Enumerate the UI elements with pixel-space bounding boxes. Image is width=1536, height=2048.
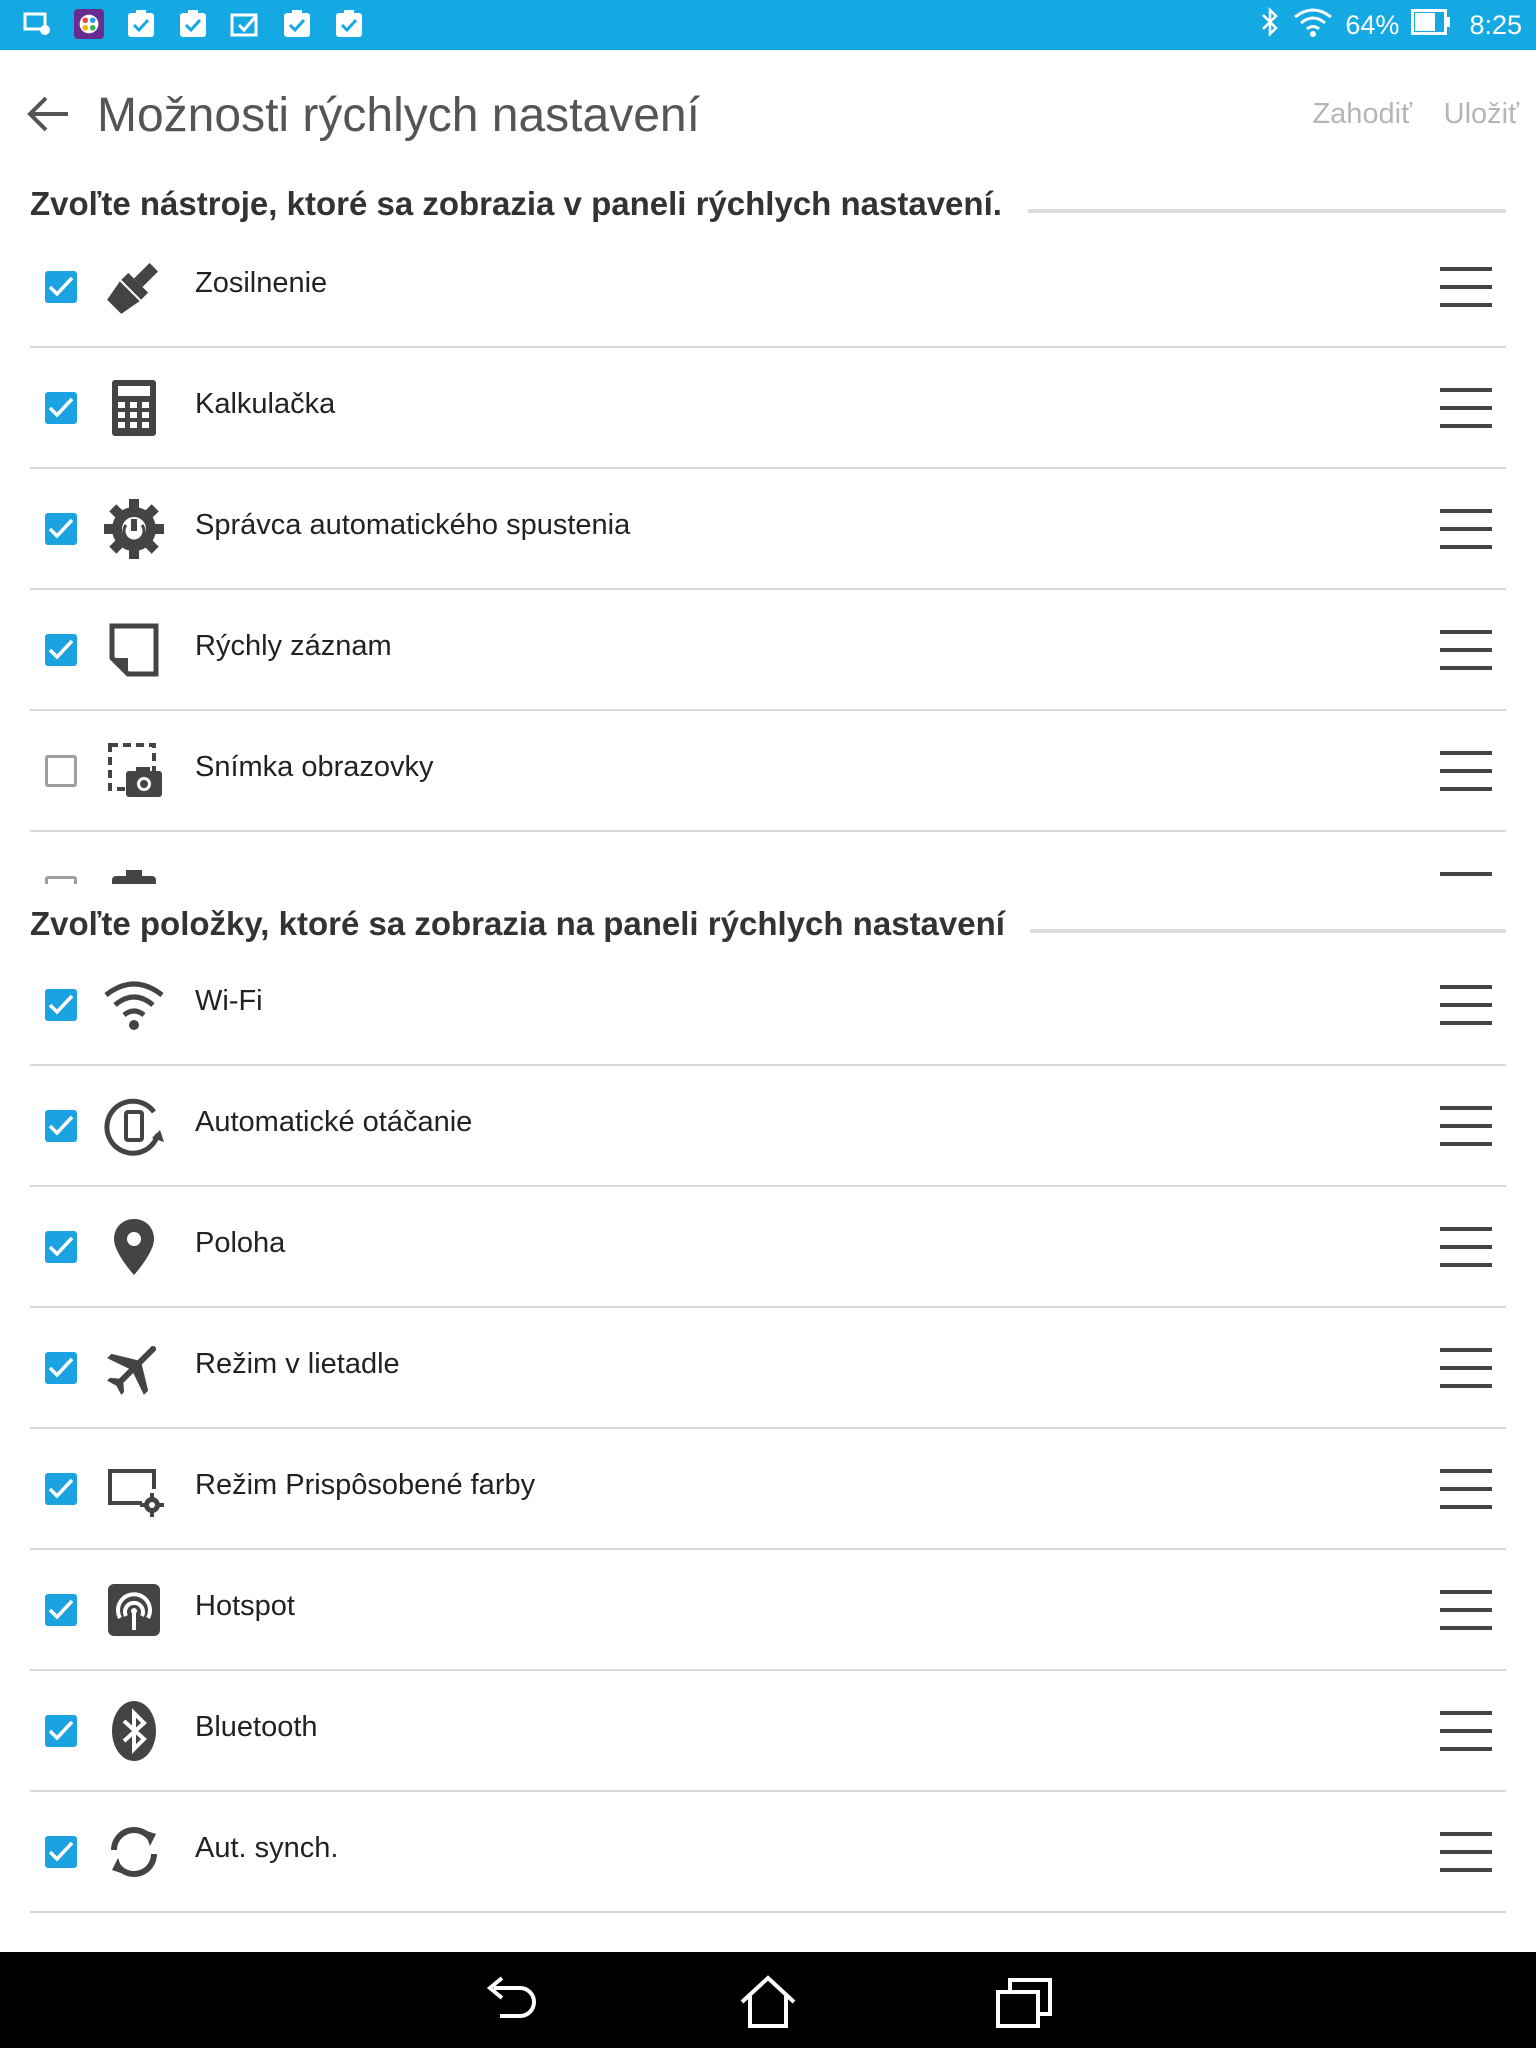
drag-handle-icon[interactable] (1440, 1106, 1492, 1146)
drag-handle-icon[interactable] (1440, 751, 1492, 791)
drag-handle-icon[interactable] (1440, 630, 1492, 670)
recent-apps-icon[interactable] (994, 1974, 1054, 2030)
back-icon[interactable] (482, 1974, 542, 2030)
tools-list[interactable]: Zosilnenie Kalkulačka Správca automatick… (30, 227, 1506, 884)
photo-check-icon (230, 9, 260, 39)
item-label: Snímka obrazovky (195, 751, 434, 783)
checkbox[interactable] (45, 876, 77, 884)
item-label: Správca automatického spustenia (195, 509, 631, 541)
app-bar: Možnosti rýchlych nastavení Zahodiť Ulož… (0, 50, 1536, 180)
item-label: Kalkulačka (195, 388, 336, 420)
battery-icon (1411, 8, 1451, 42)
save-button[interactable]: Uložiť (1444, 98, 1519, 131)
task-check-icon (282, 9, 312, 39)
task-check-icon (178, 9, 208, 39)
checkbox[interactable] (45, 1836, 77, 1868)
checkbox[interactable] (45, 1594, 77, 1626)
quick-memo-icon (102, 618, 166, 682)
section-divider (1028, 209, 1506, 213)
checkbox[interactable] (45, 1110, 77, 1142)
drag-handle-icon[interactable] (1440, 1711, 1492, 1751)
drag-handle-icon[interactable] (1440, 388, 1492, 428)
item-label: Wi-Fi (195, 985, 263, 1017)
navigation-bar (0, 1952, 1536, 2048)
drag-handle-icon[interactable] (1440, 1227, 1492, 1267)
checkbox[interactable] (45, 989, 77, 1021)
checkbox[interactable] (45, 634, 77, 666)
settings-section-title: Zvoľte položky, ktoré sa zobrazia na pan… (30, 905, 1005, 942)
list-item[interactable]: Zosilnenie (30, 227, 1506, 348)
drag-handle-icon[interactable] (1440, 1348, 1492, 1388)
battery-percent: 64% (1345, 9, 1400, 40)
checkbox[interactable] (45, 1231, 77, 1263)
item-label: Zosilnenie (195, 267, 328, 299)
item-label: Automatické otáčanie (195, 1106, 473, 1138)
notification-icons (22, 9, 364, 39)
item-label: Režim v lietadle (195, 1348, 400, 1380)
drag-handle-icon[interactable] (1440, 1832, 1492, 1872)
clock: 8:25 (1469, 9, 1522, 40)
wifi-icon (1293, 7, 1333, 44)
item-label: Rýchly záznam (195, 630, 392, 662)
wifi-icon (102, 973, 166, 1037)
drag-handle-icon[interactable] (1440, 985, 1492, 1025)
list-item[interactable]: Aut. synch. (30, 1792, 1506, 1913)
color-palette-app-icon (74, 9, 104, 39)
bluetooth-icon (102, 1699, 166, 1763)
status-bar: 64% 8:25 (0, 0, 1536, 50)
drag-handle-icon[interactable] (1440, 1590, 1492, 1630)
list-item[interactable]: Poloha (30, 1187, 1506, 1308)
task-check-icon (126, 9, 156, 39)
calculator-icon (102, 376, 166, 440)
list-item[interactable] (30, 832, 1506, 884)
display-color-gear-icon (102, 1457, 166, 1521)
list-item[interactable]: Snímka obrazovky (30, 711, 1506, 832)
home-icon[interactable] (738, 1974, 798, 2030)
item-label: Režim Prispôsobené farby (195, 1469, 536, 1501)
auto-rotate-icon (102, 1094, 166, 1158)
tools-section-title: Zvoľte nástroje, ktoré sa zobrazia v pan… (30, 185, 1002, 222)
drag-handle-icon[interactable] (1440, 1469, 1492, 1509)
bluetooth-icon (1259, 6, 1281, 45)
airplane-icon (102, 1336, 166, 1400)
checkbox[interactable] (45, 1715, 77, 1747)
item-label: Hotspot (195, 1590, 295, 1622)
list-item[interactable]: Rýchly záznam (30, 590, 1506, 711)
list-item[interactable]: Správca automatického spustenia (30, 469, 1506, 590)
list-item[interactable]: Režim Prispôsobené farby (30, 1429, 1506, 1550)
camera-icon (102, 860, 166, 884)
screen-record-icon (22, 9, 52, 39)
back-arrow-icon[interactable] (24, 88, 76, 140)
checkbox[interactable] (45, 271, 77, 303)
checkbox[interactable] (45, 392, 77, 424)
settings-list[interactable]: Wi-Fi Automatické otáčanie Poloha Režim … (30, 945, 1506, 1913)
checkbox[interactable] (45, 1473, 77, 1505)
page-title: Možnosti rýchlych nastavení (97, 89, 700, 142)
item-label: Bluetooth (195, 1711, 318, 1743)
list-item[interactable]: Automatické otáčanie (30, 1066, 1506, 1187)
drag-handle-icon[interactable] (1440, 267, 1492, 307)
checkbox[interactable] (45, 755, 77, 787)
screenshot-camera-icon (102, 739, 166, 803)
list-item[interactable]: Hotspot (30, 1550, 1506, 1671)
list-item[interactable]: Kalkulačka (30, 348, 1506, 469)
item-label: Aut. synch. (195, 1832, 339, 1864)
drag-handle-icon[interactable] (1440, 509, 1492, 549)
autostart-gear-icon (102, 497, 166, 561)
drag-handle-icon[interactable] (1440, 872, 1492, 884)
checkbox[interactable] (45, 1352, 77, 1384)
task-check-icon (334, 9, 364, 39)
section-divider (1030, 929, 1506, 933)
system-status: 64% 8:25 (1259, 0, 1522, 50)
list-item[interactable]: Wi-Fi (30, 945, 1506, 1066)
location-pin-icon (102, 1215, 166, 1279)
list-item[interactable]: Bluetooth (30, 1671, 1506, 1792)
checkbox[interactable] (45, 513, 77, 545)
item-label: Poloha (195, 1227, 286, 1259)
sync-icon (102, 1820, 166, 1884)
discard-button[interactable]: Zahodiť (1312, 98, 1412, 131)
boost-brush-icon (102, 255, 166, 319)
list-item[interactable]: Režim v lietadle (30, 1308, 1506, 1429)
hotspot-icon (102, 1578, 166, 1642)
